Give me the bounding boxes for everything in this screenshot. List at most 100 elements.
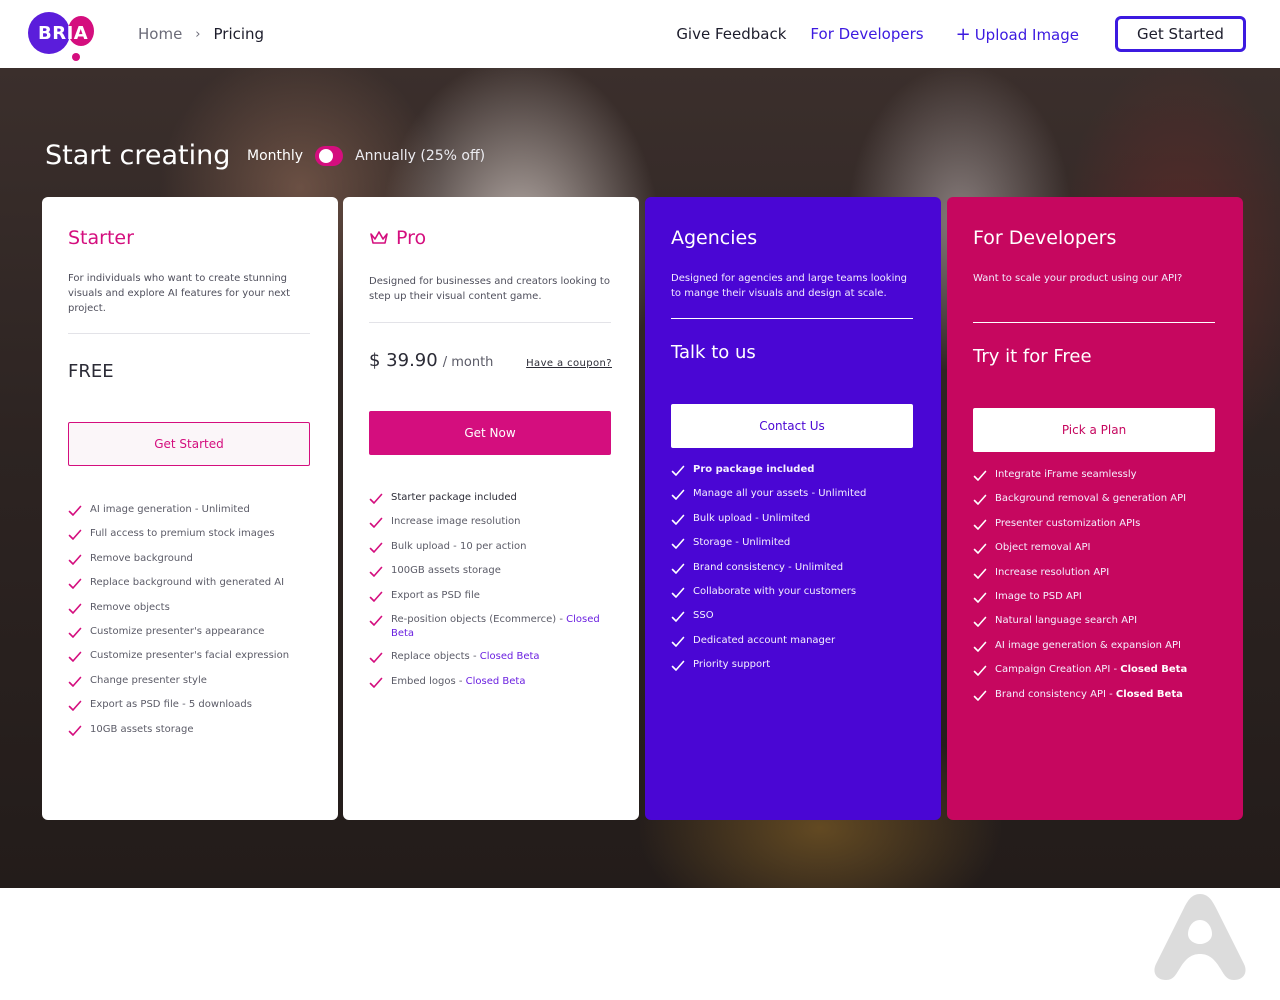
divider <box>369 322 611 323</box>
feature-item: Bulk upload - Unlimited <box>671 512 921 527</box>
feature-text: Storage - Unlimited <box>693 536 790 550</box>
toggle-knob <box>319 149 334 163</box>
feature-label: AI image generation - Unlimited <box>90 504 250 515</box>
feature-label: Collaborate with your customers <box>693 585 857 597</box>
feature-item: Starter package included <box>369 491 619 506</box>
feature-text: Natural language search API <box>995 614 1137 628</box>
feature-item: SSO <box>671 609 921 624</box>
checkmark-icon <box>973 592 987 603</box>
monthly-label[interactable]: Monthly <box>247 148 303 164</box>
bria-logo[interactable]: BRIA <box>28 12 96 61</box>
feature-label: Brand consistency - Unlimited <box>693 561 844 573</box>
feature-item: AI image generation - Unlimited <box>68 503 318 518</box>
feature-label: Pro package included <box>693 464 815 475</box>
feature-text: Bulk upload - 10 per action <box>391 540 526 554</box>
plan-name: Agencies <box>671 227 758 249</box>
feature-text: Customize presenter's facial expression <box>90 649 289 663</box>
feature-text: Customize presenter's appearance <box>90 625 264 639</box>
get-now-button[interactable]: Get Now <box>369 411 611 455</box>
checkmark-icon <box>68 530 82 541</box>
feature-label: Increase image resolution <box>391 516 521 528</box>
feature-text: 10GB assets storage <box>90 723 194 737</box>
contact-us-button[interactable]: Contact Us <box>671 404 913 448</box>
feature-item: Background removal & generation API <box>973 492 1223 507</box>
feature-text: Export as PSD file <box>391 589 480 603</box>
breadcrumb-home[interactable]: Home <box>138 25 182 43</box>
feature-item: Export as PSD file - 5 downloads <box>68 698 318 713</box>
checkmark-icon <box>973 641 987 652</box>
feature-text: Background removal & generation API <box>995 492 1186 506</box>
feature-text: Brand consistency API - Closed Beta <box>995 688 1183 702</box>
feature-item: Bulk upload - 10 per action <box>369 540 619 555</box>
plan-description: For individuals who want to create stunn… <box>68 273 291 314</box>
chevron-right-icon: › <box>195 26 201 42</box>
checkmark-icon <box>68 554 82 565</box>
feature-text: Re-position objects (Ecommerce) - Closed… <box>391 613 619 641</box>
logo-dot <box>72 53 80 61</box>
feature-label: Change presenter style <box>90 674 207 686</box>
feature-label: 10GB assets storage <box>90 723 194 735</box>
page-title: Start creating <box>45 140 231 171</box>
checkmark-icon <box>973 495 987 506</box>
checkmark-icon <box>671 490 685 501</box>
feature-item: Object removal API <box>973 541 1223 556</box>
divider <box>68 333 310 334</box>
give-feedback-link[interactable]: Give Feedback <box>676 25 786 43</box>
feature-label: Customize presenter's appearance <box>90 625 265 637</box>
feature-item: Customize presenter's appearance <box>68 625 318 640</box>
pricing-hero: Start creating Monthly Annually (25% off… <box>0 68 1280 888</box>
feature-text: Increase image resolution <box>391 515 520 529</box>
plus-icon: + <box>955 23 971 45</box>
feature-label: Integrate iFrame seamlessly <box>995 469 1137 480</box>
checkmark-icon <box>369 542 383 553</box>
feature-text: Image to PSD API <box>995 590 1082 604</box>
feature-label: Bulk upload - Unlimited <box>693 512 811 524</box>
feature-text: Manage all your assets - Unlimited <box>693 487 866 501</box>
feature-label: Bulk upload - 10 per action <box>391 540 527 552</box>
checkmark-icon <box>68 700 82 711</box>
feature-text: Full access to premium stock images <box>90 527 275 541</box>
breadcrumb: Home › Pricing <box>138 25 264 43</box>
pick-a-plan-button[interactable]: Pick a Plan <box>973 408 1215 452</box>
feature-label: Full access to premium stock images <box>90 528 275 540</box>
top-nav: BRIA Home › Pricing Give Feedback For De… <box>0 0 1280 68</box>
checkmark-icon <box>973 519 987 530</box>
annually-label[interactable]: Annually (25% off) <box>355 148 485 164</box>
checkmark-icon <box>68 578 82 589</box>
feature-text: Embed logos - Closed Beta <box>391 675 525 689</box>
checkmark-icon <box>68 603 82 614</box>
price-row: $ 39.90 / month Have a coupon? <box>369 350 612 371</box>
feature-list: AI image generation - Unlimited Full acce… <box>68 503 318 747</box>
feature-label: SSO <box>693 610 714 622</box>
feature-item: Increase resolution API <box>973 566 1223 581</box>
feature-item: Export as PSD file <box>369 589 619 604</box>
starter-get-started-button[interactable]: Get Started <box>68 422 310 466</box>
feature-text: Object removal API <box>995 541 1090 555</box>
checkmark-icon <box>68 652 82 663</box>
get-started-button[interactable]: Get Started <box>1115 16 1246 52</box>
feature-item: Dedicated account manager <box>671 634 921 649</box>
feature-item: Remove objects <box>68 601 318 616</box>
feature-text: Dedicated account manager <box>693 634 835 648</box>
checkmark-icon <box>671 563 685 574</box>
checkmark-icon <box>68 725 82 736</box>
feature-item: Replace objects - Closed Beta <box>369 650 619 665</box>
plan-description: Designed for agencies and large teams lo… <box>671 273 908 299</box>
billing-toggle-group: Monthly Annually (25% off) <box>247 146 485 166</box>
plan-name-row: Pro <box>369 227 426 249</box>
for-developers-link[interactable]: For Developers <box>810 25 923 43</box>
price-period: / month <box>442 355 494 370</box>
checkmark-icon <box>671 587 685 598</box>
feature-label: Replace objects - <box>391 651 477 663</box>
checkmark-icon <box>369 591 383 602</box>
feature-text: Brand consistency - Unlimited <box>693 561 843 575</box>
feature-item: Full access to premium stock images <box>68 527 318 542</box>
checkmark-icon <box>369 615 383 626</box>
plan-headline: Try it for Free <box>973 346 1092 367</box>
upload-image-link[interactable]: + Upload Image <box>956 24 1079 45</box>
coupon-link[interactable]: Have a coupon? <box>526 358 612 369</box>
checkmark-icon <box>671 660 685 671</box>
checkmark-icon <box>671 636 685 647</box>
feature-item: Brand consistency - Unlimited <box>671 561 921 576</box>
billing-toggle[interactable] <box>315 146 344 166</box>
